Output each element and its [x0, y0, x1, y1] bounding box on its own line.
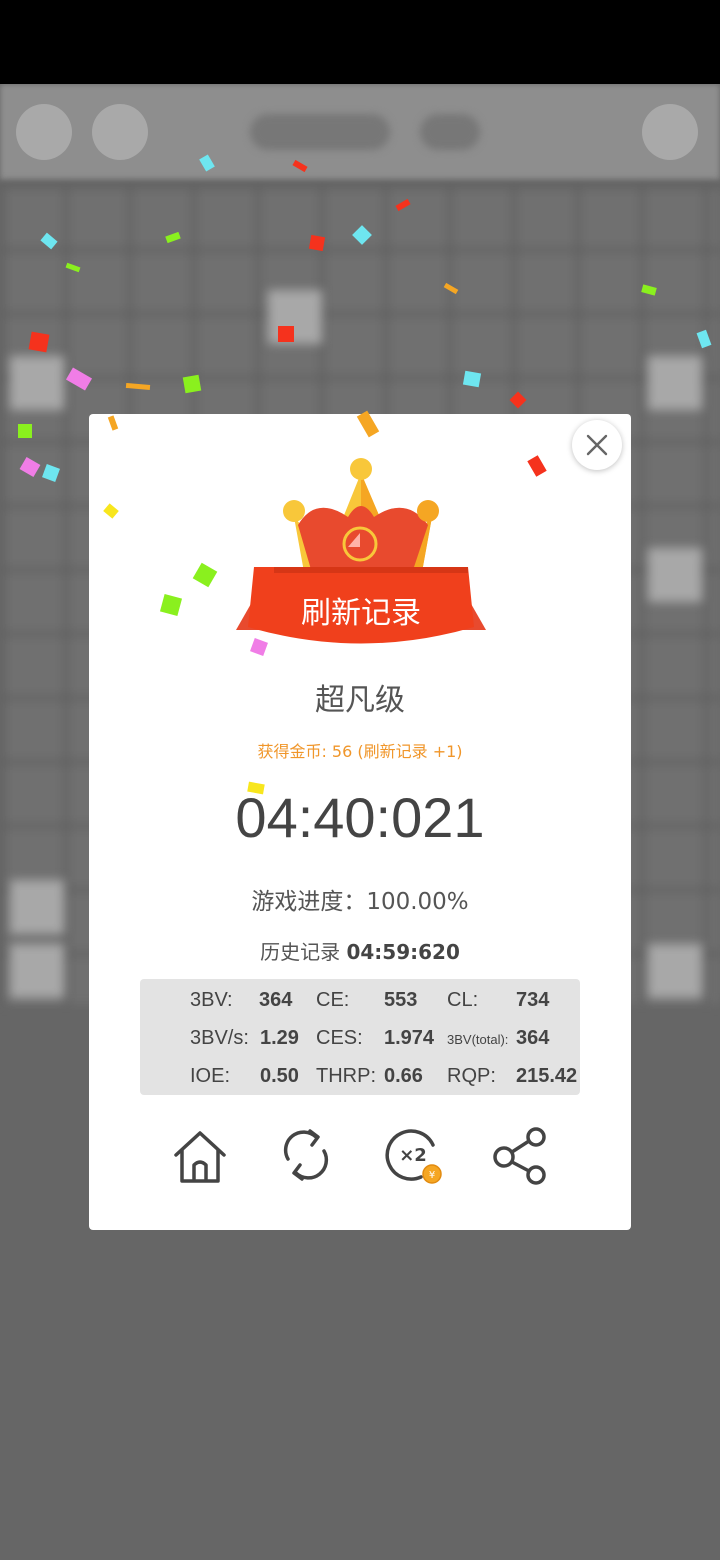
action-bar: ×2 ¥: [89, 1120, 631, 1190]
game-progress: 游戏进度：100.00%: [251, 889, 469, 915]
close-button[interactable]: [572, 420, 622, 470]
confetti-piece: [462, 370, 482, 388]
status-bar: [0, 0, 720, 84]
record-banner-label: 刷新记录: [301, 596, 421, 631]
stat-value: 364: [516, 1027, 550, 1049]
stat-value: 0.50: [260, 1065, 299, 1087]
toolbar-title-blur: [250, 114, 390, 150]
stat-label: CES:: [316, 1027, 363, 1049]
stat-value: 553: [384, 989, 418, 1011]
confetti-piece: [18, 424, 32, 438]
stat-label: RQP:: [447, 1065, 496, 1087]
minefield-cell: [268, 290, 322, 344]
minefield-cell: [10, 880, 64, 934]
restart-button[interactable]: [271, 1120, 341, 1190]
stat-label: 3BV/s:: [190, 1027, 249, 1049]
double-coins-button[interactable]: ×2 ¥: [378, 1120, 448, 1190]
confetti-piece: [278, 326, 294, 342]
stat-label: CL:: [447, 989, 479, 1011]
minefield-cell: [648, 944, 702, 998]
home-button[interactable]: [165, 1120, 235, 1190]
toolbar-title-blur: [420, 114, 480, 150]
share-icon: [493, 1127, 546, 1185]
difficulty-level: 超凡级: [315, 683, 405, 718]
coins-reward: 获得金币: 56 (刷新记录 +1): [257, 742, 463, 761]
home-icon: [174, 1131, 226, 1183]
minefield-cell: [648, 548, 702, 602]
double-label: ×2: [399, 1145, 427, 1166]
completion-time: 04:40:021: [235, 786, 485, 849]
minefield-cell: [10, 356, 64, 410]
double-coins-icon: ×2 ¥: [385, 1129, 442, 1184]
stat-label: 3BV(total):: [447, 1032, 509, 1047]
confetti-piece: [182, 374, 202, 394]
stat-value: 215.42: [516, 1065, 578, 1087]
close-icon: [586, 434, 608, 456]
restart-icon: [283, 1129, 329, 1181]
toolbar-button-blur: [92, 104, 148, 160]
minefield-cell: [648, 356, 702, 410]
history-record: 历史记录 04:59:620: [89, 936, 631, 965]
stat-label: 3BV:: [190, 989, 233, 1011]
confetti-piece: [28, 331, 50, 353]
toolbar-button-blur: [642, 104, 698, 160]
history-label: 历史记录: [260, 940, 341, 964]
stat-label: THRP:: [316, 1065, 376, 1087]
stat-value: 0.66: [384, 1065, 423, 1087]
stat-value: 1.974: [384, 1027, 435, 1049]
stats-panel: 3BV: 364 CE: 553 CL: 734 3BV/s: 1.29 CES…: [140, 979, 580, 1095]
stat-label: IOE:: [190, 1065, 231, 1087]
toolbar-button-blur: [16, 104, 72, 160]
minefield-cell: [10, 944, 64, 998]
stat-value: 1.29: [260, 1027, 299, 1049]
history-value: 04:59:620: [346, 940, 460, 964]
coin-label: ¥: [429, 1170, 435, 1181]
stat-label: CE:: [316, 989, 350, 1011]
stat-value: 734: [516, 989, 550, 1011]
confetti-piece: [308, 234, 326, 252]
share-button[interactable]: [485, 1120, 555, 1190]
stat-value: 364: [259, 989, 293, 1011]
